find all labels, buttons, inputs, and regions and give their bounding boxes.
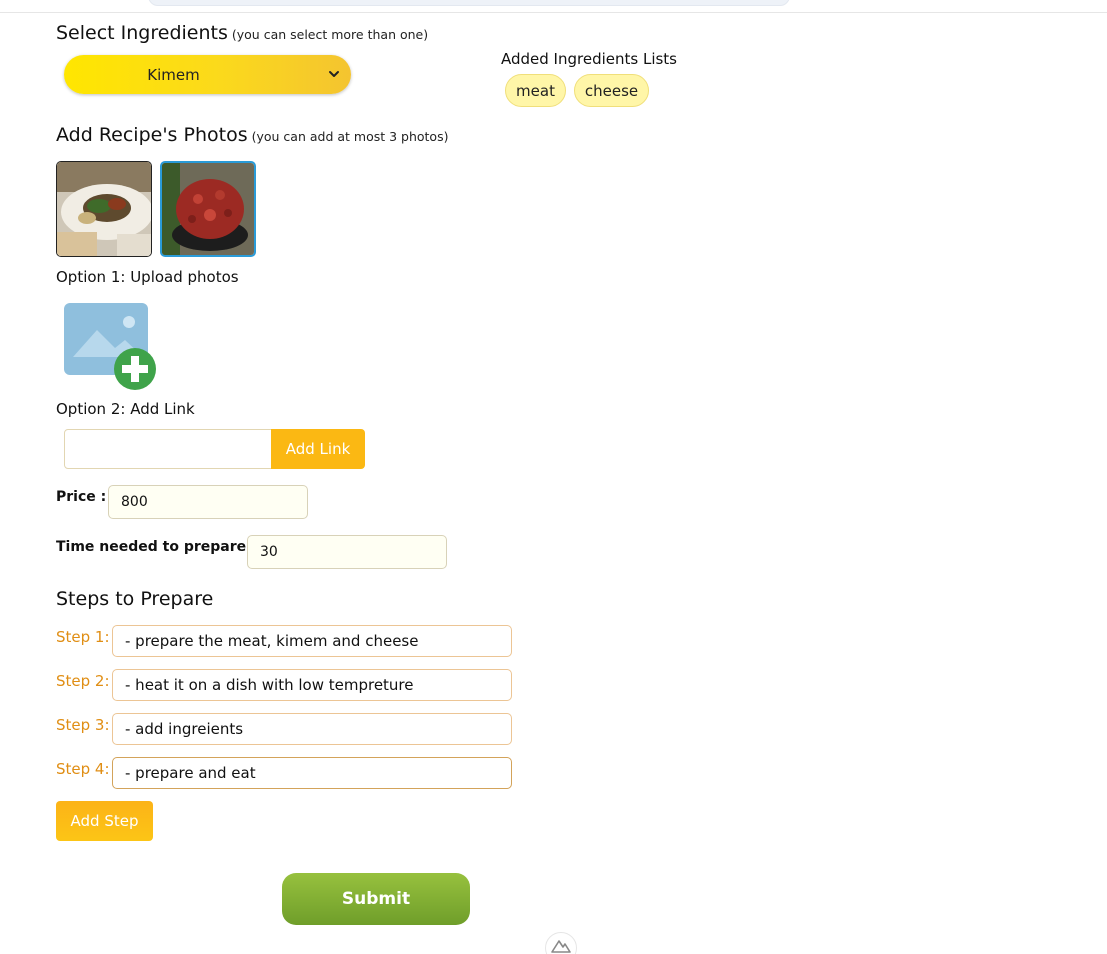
devtools-badge[interactable] (545, 932, 577, 954)
photos-heading-text: Add Recipe's Photos (56, 124, 248, 146)
prep-time-label: Time needed to prepare : (56, 539, 257, 555)
recipe-photo-1[interactable] (56, 161, 152, 257)
ingredients-heading: Select Ingredients (you can select more t… (56, 22, 428, 44)
add-link-button[interactable]: Add Link (271, 429, 365, 469)
price-label: Price : (56, 489, 107, 505)
step-4-input[interactable]: - prepare and eat (112, 757, 512, 789)
recipe-photo-2[interactable] (160, 161, 256, 257)
step-2-label: Step 2: (56, 672, 110, 690)
ingredients-heading-text: Select Ingredients (56, 22, 228, 44)
steps-heading: Steps to Prepare (56, 588, 214, 610)
price-input[interactable]: 800 (108, 485, 308, 519)
top-search-bar[interactable] (148, 0, 790, 6)
added-ingredients-title: Added Ingredients Lists (501, 50, 678, 68)
prep-time-input[interactable]: 30 (247, 535, 447, 569)
image-add-icon[interactable] (63, 302, 159, 390)
step-3-label: Step 3: (56, 716, 110, 734)
chevron-down-icon (329, 71, 339, 77)
header-divider (0, 12, 1107, 13)
ingredient-select-value: Kimem (147, 65, 200, 84)
ingredients-note: (you can select more than one) (231, 27, 429, 42)
recipe-photo-1-image (57, 162, 151, 256)
photos-note: (you can add at most 3 photos) (251, 129, 449, 144)
photo-link-input[interactable] (64, 429, 272, 469)
step-2-input[interactable]: - heat it on a dish with low tempreture (112, 669, 512, 701)
submit-button[interactable]: Submit (282, 873, 470, 925)
mountain-logo-icon (551, 940, 571, 953)
ingredient-select[interactable]: Kimem (64, 55, 351, 94)
ingredient-chip-cheese[interactable]: cheese (574, 74, 649, 107)
link-option-label: Option 2: Add Link (56, 400, 195, 418)
step-4-label: Step 4: (56, 760, 110, 778)
step-1-input[interactable]: - prepare the meat, kimem and cheese (112, 625, 512, 657)
step-1-label: Step 1: (56, 628, 110, 646)
upload-option-label: Option 1: Upload photos (56, 268, 239, 286)
add-step-button[interactable]: Add Step (56, 801, 153, 841)
photos-heading: Add Recipe's Photos (you can add at most … (56, 124, 448, 146)
ingredient-chip-meat[interactable]: meat (505, 74, 566, 107)
recipe-photo-2-image (162, 163, 254, 255)
step-3-input[interactable]: - add ingreients (112, 713, 512, 745)
